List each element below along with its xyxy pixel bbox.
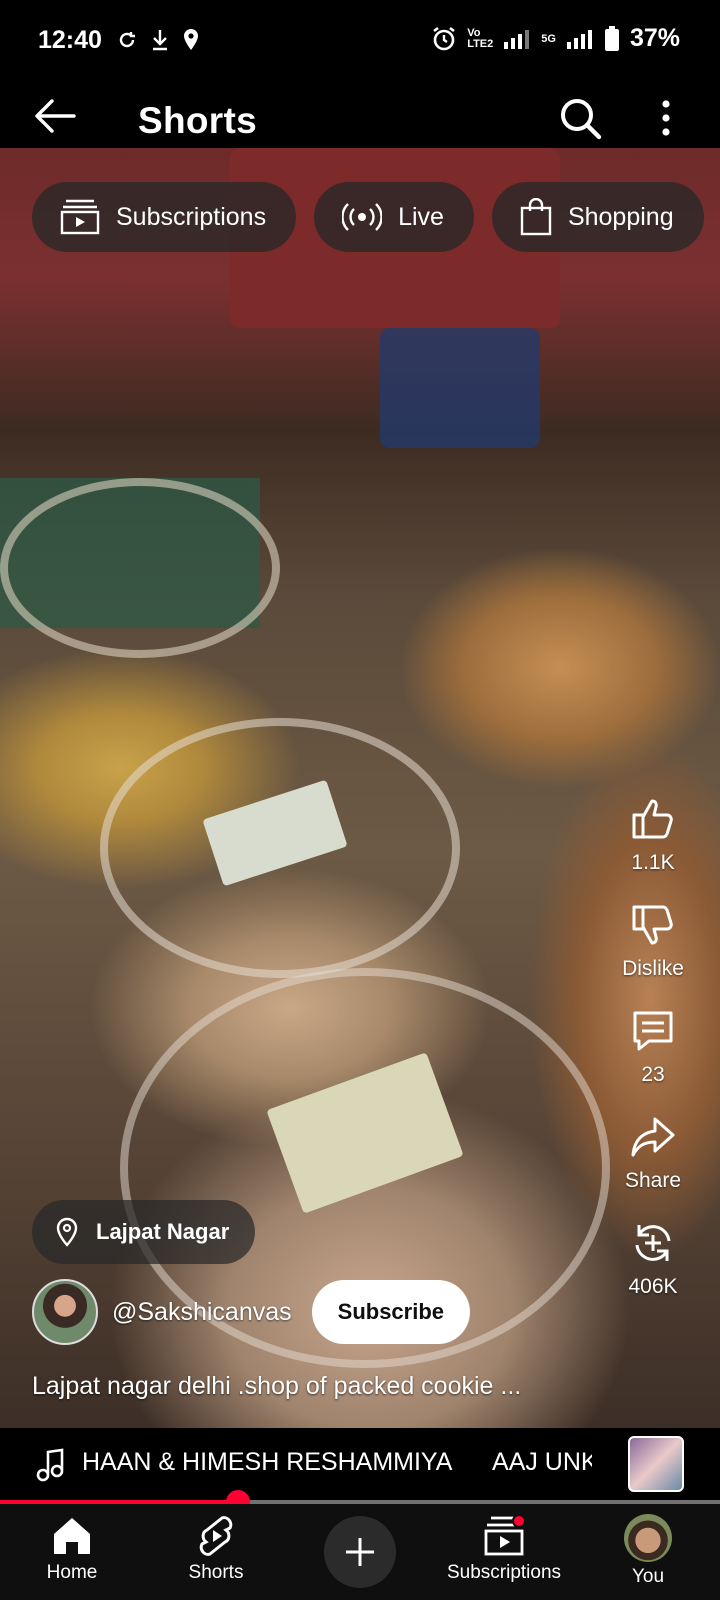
chip-label: Shopping [567, 202, 674, 231]
filter-chips: Subscriptions Live Shopping [32, 182, 704, 252]
location-label: Lajpat Nagar [96, 1219, 230, 1244]
subscriptions-icon [60, 199, 100, 235]
sync-icon [119, 32, 135, 48]
video-title[interactable]: Lajpat nagar delhi .shop of packed cooki… [32, 1372, 521, 1401]
music-track-next: AAJ UNKE [492, 1448, 592, 1476]
dislike-button[interactable]: Dislike [622, 901, 684, 981]
home-icon [54, 1518, 90, 1554]
channel-name[interactable]: @Sakshicanvas [112, 1298, 292, 1327]
comment-icon [633, 1011, 673, 1051]
volte-indicator: Vo LTE2 [467, 26, 494, 50]
arrow-left-icon[interactable] [34, 98, 76, 134]
alarm-icon [433, 26, 455, 50]
chip-shopping[interactable]: Shopping [491, 182, 704, 252]
music-track: HAAN & HIMESH RESHAMMIYA [82, 1448, 453, 1476]
nav-shorts-label: Shorts [188, 1562, 244, 1583]
plus-icon [346, 1538, 374, 1566]
bottom-nav: Home Shorts Subscriptions You [0, 1504, 720, 1600]
music-note-icon [36, 1448, 64, 1482]
live-icon [342, 203, 383, 231]
notification-dot [512, 1514, 526, 1528]
nav-subscriptions[interactable]: Subscriptions [434, 1514, 574, 1584]
network-type: 5G [541, 32, 556, 45]
header: Shorts [0, 84, 720, 148]
chip-subscriptions[interactable]: Subscriptions [32, 182, 297, 252]
nav-home[interactable]: Home [2, 1514, 142, 1584]
signal-icon [504, 29, 530, 49]
comments-button[interactable]: 23 [629, 1007, 677, 1087]
chip-label: Live [398, 202, 444, 231]
page-title: Shorts [138, 100, 257, 141]
music-bar[interactable]: HAAN & HIMESH RESHAMMIYA AAJ UNKE [0, 1428, 720, 1502]
status-time: 12:40 [38, 26, 102, 54]
nav-home-label: Home [46, 1562, 98, 1583]
more-vertical-icon[interactable] [656, 98, 676, 138]
create-button[interactable] [324, 1516, 396, 1588]
status-icons-left [116, 28, 200, 52]
status-bar: 12:40 Vo LTE2 5G 37% [0, 0, 720, 84]
battery-percent: 37% [629, 24, 680, 52]
like-count: 1.1K [631, 851, 675, 874]
share-label: Share [624, 1169, 682, 1192]
location-pin-icon [184, 29, 198, 50]
like-button[interactable]: 1.1K [629, 795, 677, 875]
location-pill[interactable]: Lajpat Nagar [32, 1200, 256, 1264]
shopping-bag-icon [520, 198, 552, 236]
nav-subscriptions-label: Subscriptions [446, 1562, 562, 1583]
video-frame-detail [0, 478, 280, 658]
comment-count: 23 [641, 1063, 665, 1086]
nav-you-label: You [631, 1566, 665, 1587]
music-track-text: HAAN & HIMESH RESHAMMIYA AAJ UNKE [82, 1448, 592, 1477]
search-icon[interactable] [558, 96, 602, 140]
nav-shorts[interactable]: Shorts [146, 1514, 286, 1584]
share-icon [631, 1117, 675, 1157]
chip-live[interactable]: Live [314, 182, 474, 252]
music-thumbnail[interactable] [628, 1436, 684, 1492]
remix-count: 406K [628, 1275, 678, 1298]
subscribe-button[interactable]: Subscribe [311, 1280, 471, 1344]
video-frame-detail [380, 328, 540, 448]
thumbs-down-icon [632, 905, 673, 945]
nav-you[interactable]: You [578, 1514, 718, 1588]
signal-icon-2 [566, 29, 592, 49]
remix-button[interactable]: 406K [628, 1219, 678, 1299]
remix-icon [635, 1225, 671, 1261]
channel-row: @Sakshicanvas Subscribe [32, 1278, 471, 1346]
chip-label: Subscriptions [116, 202, 267, 231]
you-avatar [624, 1514, 672, 1562]
battery-icon [604, 25, 619, 51]
status-right: Vo LTE2 5G 37% [431, 24, 680, 53]
location-pin-icon [56, 1217, 78, 1247]
channel-avatar[interactable] [32, 1279, 98, 1345]
share-button[interactable]: Share [625, 1113, 681, 1193]
shorts-icon [199, 1516, 233, 1556]
download-icon [153, 30, 167, 51]
dislike-label: Dislike [622, 957, 684, 980]
thumbs-up-icon [632, 799, 673, 839]
action-column: 1.1K Dislike 23 Share 406K [608, 795, 698, 1325]
